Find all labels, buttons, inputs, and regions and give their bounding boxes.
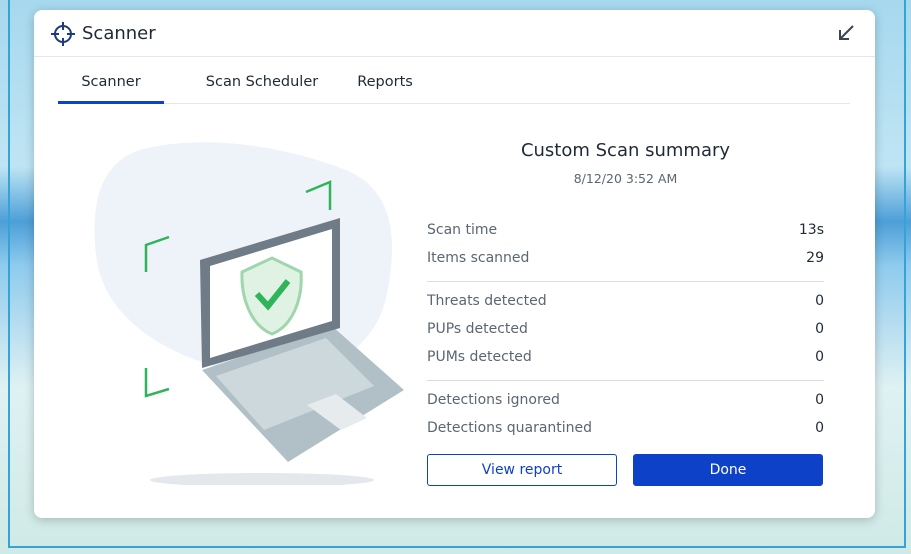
window-header: Scanner (34, 10, 875, 57)
app-title: Scanner (82, 23, 156, 44)
done-button[interactable]: Done (633, 454, 823, 486)
row-value: 0 (815, 392, 824, 408)
view-report-button[interactable]: View report (427, 454, 617, 486)
row-value: 0 (815, 420, 824, 436)
summary-row: PUMs detected 0 (427, 349, 824, 369)
tab-reports[interactable]: Reports (354, 58, 416, 104)
divider (427, 380, 824, 381)
summary-row: Detections ignored 0 (427, 392, 824, 412)
summary-date: 8/12/20 3:52 AM (573, 171, 678, 186)
laptop-shield-check-icon (94, 142, 404, 485)
tab-bar: Scanner Scan Scheduler Reports (58, 58, 850, 104)
scanner-window: Scanner Scanner Scan Scheduler Reports C… (34, 10, 875, 518)
summary-row: PUPs detected 0 (427, 321, 824, 341)
row-value: 0 (815, 349, 824, 365)
divider (427, 281, 824, 282)
tab-scanner[interactable]: Scanner (58, 58, 164, 104)
summary-row: Threats detected 0 (427, 293, 824, 313)
tab-scan-scheduler[interactable]: Scan Scheduler (201, 58, 323, 104)
row-label: PUPs detected (427, 321, 528, 337)
summary-row: Items scanned 29 (427, 250, 824, 270)
row-label: Threats detected (427, 293, 547, 309)
row-value: 0 (815, 293, 824, 309)
row-label: Detections ignored (427, 392, 560, 408)
row-label: Detections quarantined (427, 420, 593, 436)
arrow-down-left-icon[interactable] (837, 24, 855, 42)
summary-row: Detections quarantined 0 (427, 420, 824, 440)
row-label: PUMs detected (427, 349, 532, 365)
row-value: 0 (815, 321, 824, 337)
crosshair-icon (51, 22, 75, 46)
row-label: Items scanned (427, 250, 530, 266)
row-label: Scan time (427, 222, 498, 238)
row-value: 13s (798, 222, 824, 238)
row-value: 29 (806, 250, 824, 266)
summary-row: Scan time 13s (427, 222, 824, 242)
summary-title: Custom Scan summary (520, 140, 731, 161)
